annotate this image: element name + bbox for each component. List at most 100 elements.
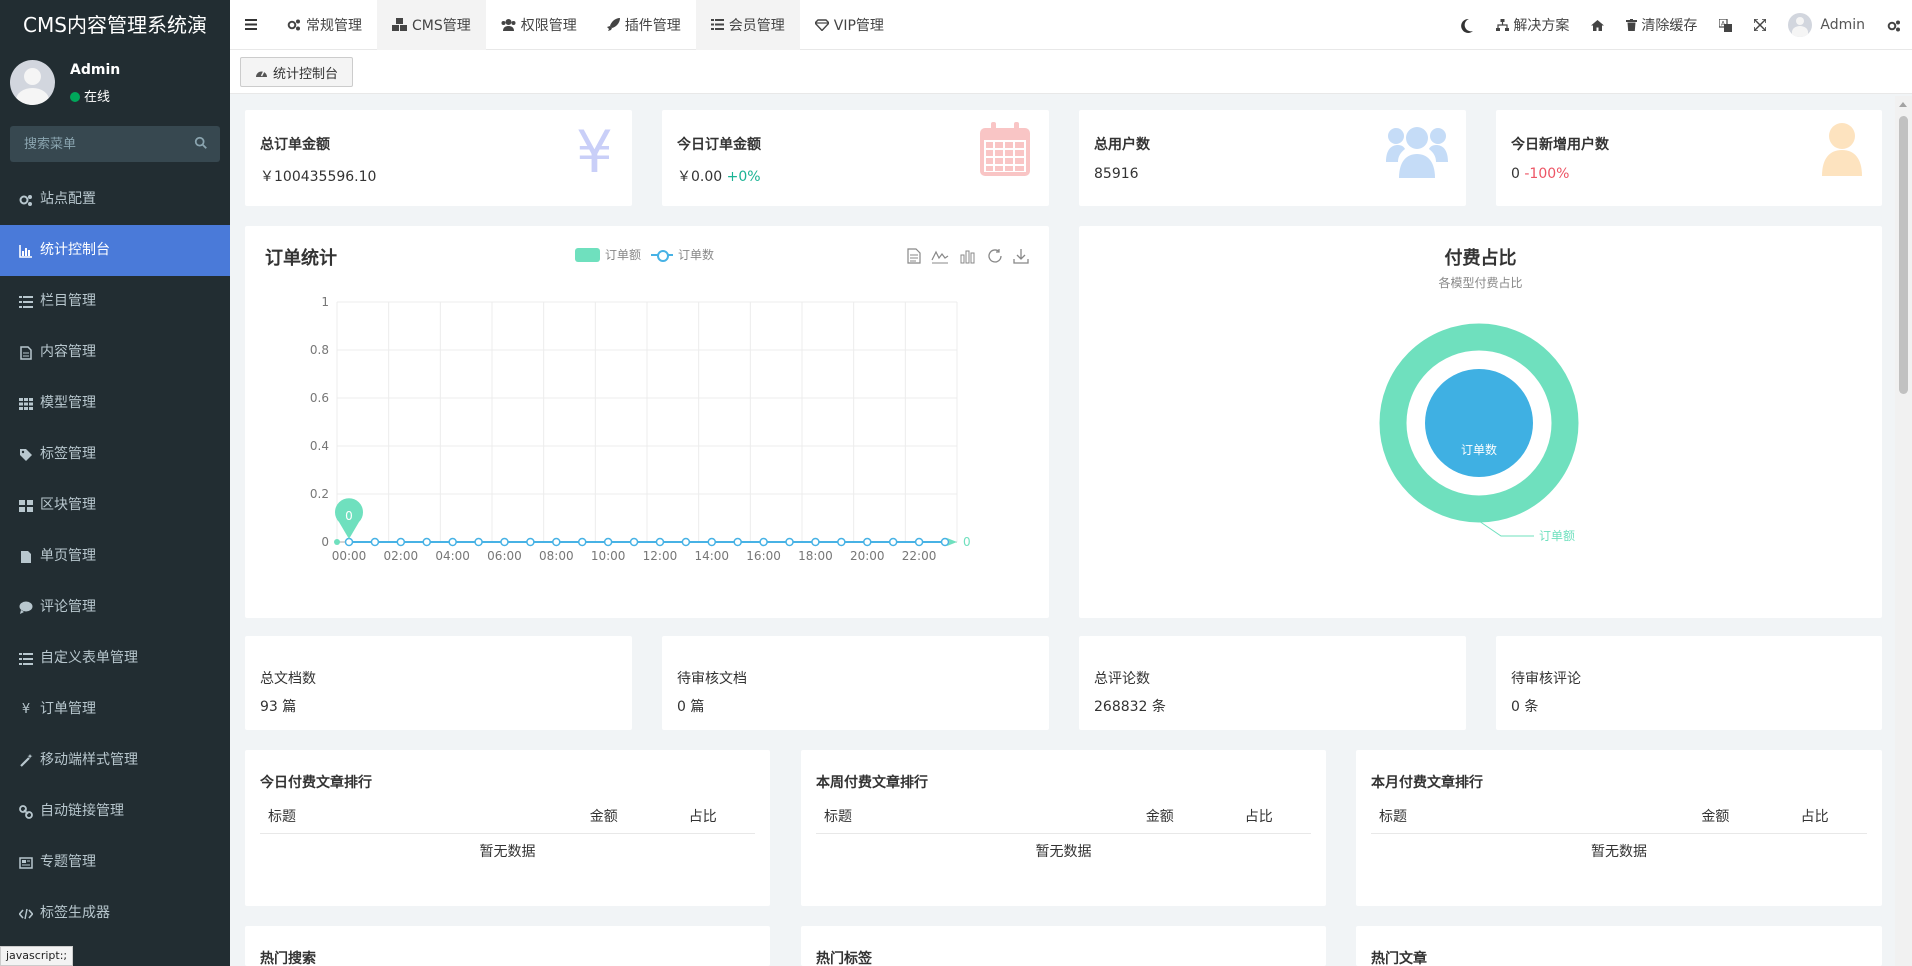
rank-title: 今日付费文章排行 bbox=[260, 775, 372, 791]
legend-label[interactable]: 订单额 bbox=[605, 246, 641, 263]
bar-chart-icon bbox=[18, 243, 34, 259]
app-brand[interactable]: CMS内容管理系统演 bbox=[0, 0, 230, 50]
user-menu-name: Admin bbox=[1820, 17, 1865, 33]
rank-week-card: 本周付费文章排行 标题 金额 占比 暂无数据 bbox=[801, 750, 1326, 906]
sidebar-item-blocks[interactable]: 区块管理 bbox=[0, 480, 230, 531]
diamond-icon bbox=[814, 18, 829, 31]
page-icon bbox=[18, 549, 34, 565]
tab-plugins[interactable]: 插件管理 bbox=[592, 0, 696, 50]
hamburger-icon bbox=[245, 19, 257, 30]
data-view-icon[interactable] bbox=[907, 248, 921, 264]
menu-search bbox=[10, 126, 220, 162]
page-scrollbar[interactable] bbox=[1895, 96, 1912, 966]
sidebar-item-tags[interactable]: 标签管理 bbox=[0, 429, 230, 480]
bar-chart-icon[interactable] bbox=[959, 248, 977, 264]
sidebar-item-content[interactable]: 内容管理 bbox=[0, 327, 230, 378]
blocks-icon bbox=[18, 498, 34, 514]
col-header-title[interactable]: 标题 bbox=[1371, 800, 1694, 834]
y-tick-label: 0.6 bbox=[310, 391, 329, 405]
hot-tags-card: 热门标签 bbox=[801, 926, 1326, 966]
col-header-title[interactable]: 标题 bbox=[816, 800, 1138, 834]
solution-link[interactable]: 解决方案 bbox=[1485, 0, 1580, 50]
translate-button[interactable]: A bbox=[1708, 0, 1743, 50]
stat-delta: -100% bbox=[1524, 166, 1570, 182]
legend-swatch-order-count[interactable] bbox=[651, 248, 674, 262]
scroll-up-arrow-icon[interactable] bbox=[1899, 102, 1907, 107]
tab-permissions[interactable]: 权限管理 bbox=[486, 0, 592, 50]
x-tick-label: 14:00 bbox=[694, 549, 729, 563]
sidebar-item-topics[interactable]: 专题管理 bbox=[0, 837, 230, 888]
col-header-amount[interactable]: 金额 bbox=[1693, 800, 1793, 834]
data-point bbox=[603, 537, 613, 547]
data-point bbox=[334, 539, 340, 545]
fullscreen-button[interactable] bbox=[1743, 0, 1777, 50]
settings-button[interactable] bbox=[1876, 0, 1912, 50]
end-arrow-marker bbox=[947, 538, 957, 546]
sidebar: CMS内容管理系统演 Admin 在线 站点配置 统计控制台 栏目管理 内容管理… bbox=[0, 0, 230, 966]
sidebar-item-pages[interactable]: 单页管理 bbox=[0, 531, 230, 582]
col-header-amount[interactable]: 金额 bbox=[1137, 800, 1237, 834]
line-chart-icon[interactable] bbox=[931, 248, 949, 264]
sidebar-toggle-button[interactable] bbox=[230, 0, 272, 50]
sidebar-menu: 站点配置 统计控制台 栏目管理 内容管理 模型管理 标签管理 区块管理 单页管理… bbox=[0, 174, 230, 939]
pie-slice-inner bbox=[1425, 369, 1533, 477]
sidebar-item-label: 内容管理 bbox=[40, 344, 96, 360]
sidebar-item-comments[interactable]: 评论管理 bbox=[0, 582, 230, 633]
refresh-icon[interactable] bbox=[987, 248, 1003, 264]
sidebar-item-tag-generator[interactable]: 标签生成器 bbox=[0, 888, 230, 939]
data-point bbox=[914, 537, 924, 547]
page-tabs-bar: 统计控制台 bbox=[230, 50, 1912, 94]
sidebar-item-auto-link[interactable]: 自动链接管理 bbox=[0, 786, 230, 837]
scrollbar-thumb[interactable] bbox=[1899, 116, 1908, 394]
data-point bbox=[448, 537, 457, 547]
col-header-amount[interactable]: 金额 bbox=[581, 800, 681, 834]
empty-text: 暂无数据 bbox=[1591, 844, 1647, 861]
y-tick-label: 0.4 bbox=[310, 439, 329, 453]
yen-icon: ¥ bbox=[21, 702, 31, 717]
col-header-ratio[interactable]: 占比 bbox=[1792, 800, 1867, 834]
users-icon bbox=[1386, 122, 1448, 184]
download-icon[interactable] bbox=[1013, 248, 1029, 264]
tab-cms[interactable]: CMS管理 bbox=[377, 0, 486, 50]
dashboard-icon bbox=[255, 67, 268, 77]
user-name: Admin bbox=[70, 62, 121, 78]
dark-mode-toggle[interactable] bbox=[1449, 0, 1485, 50]
sidebar-item-label: 移动端样式管理 bbox=[40, 752, 138, 768]
data-point bbox=[552, 537, 561, 547]
sidebar-item-mobile-style[interactable]: 移动端样式管理 bbox=[0, 735, 230, 786]
sidebar-item-models[interactable]: 模型管理 bbox=[0, 378, 230, 429]
sidebar-item-label: 自动链接管理 bbox=[40, 803, 124, 819]
sidebar-item-site-config[interactable]: 站点配置 bbox=[0, 174, 230, 225]
sidebar-item-custom-forms[interactable]: 自定义表单管理 bbox=[0, 633, 230, 684]
col-header-ratio[interactable]: 占比 bbox=[1236, 800, 1311, 834]
search-icon[interactable] bbox=[194, 136, 208, 150]
dashboard-tab-button[interactable]: 统计控制台 bbox=[240, 57, 354, 87]
chart-legend: 订单额 订单数 bbox=[575, 246, 714, 263]
col-header-title[interactable]: 标题 bbox=[260, 800, 582, 834]
online-dot-icon bbox=[70, 92, 80, 102]
svg-text:¥: ¥ bbox=[576, 122, 613, 178]
max-pin-marker bbox=[335, 498, 363, 539]
tab-members[interactable]: 会员管理 bbox=[695, 0, 800, 50]
hot-search-card: 热门搜索 bbox=[245, 926, 770, 966]
order-stats-title: 订单统计 bbox=[265, 248, 337, 269]
menu-search-input[interactable] bbox=[10, 126, 220, 162]
sidebar-item-dashboard[interactable]: 统计控制台 bbox=[0, 225, 230, 276]
user-menu[interactable]: Admin bbox=[1777, 0, 1876, 50]
list-icon bbox=[18, 294, 34, 310]
sidebar-item-label: 自定义表单管理 bbox=[40, 650, 138, 666]
stat-card-total-order-amount: 总订单金额 ￥100435596.10 ¥ bbox=[245, 110, 632, 206]
stat-delta: +0% bbox=[726, 169, 761, 185]
legend-label[interactable]: 订单数 bbox=[678, 246, 714, 263]
y-tick-label: 0.2 bbox=[310, 487, 329, 501]
sidebar-item-columns[interactable]: 栏目管理 bbox=[0, 276, 230, 327]
user-icon bbox=[1820, 122, 1864, 180]
tab-vip[interactable]: VIP管理 bbox=[800, 0, 899, 50]
sidebar-item-orders[interactable]: ¥ 订单管理 bbox=[0, 684, 230, 735]
home-button[interactable] bbox=[1580, 0, 1615, 50]
col-header-ratio[interactable]: 占比 bbox=[680, 800, 755, 834]
legend-swatch-order-amount[interactable] bbox=[575, 247, 600, 262]
tab-general[interactable]: 常规管理 bbox=[272, 0, 377, 50]
clear-cache-button[interactable]: 清除缓存 bbox=[1615, 0, 1708, 50]
stat-value-text: ￥0.00 bbox=[677, 169, 723, 185]
